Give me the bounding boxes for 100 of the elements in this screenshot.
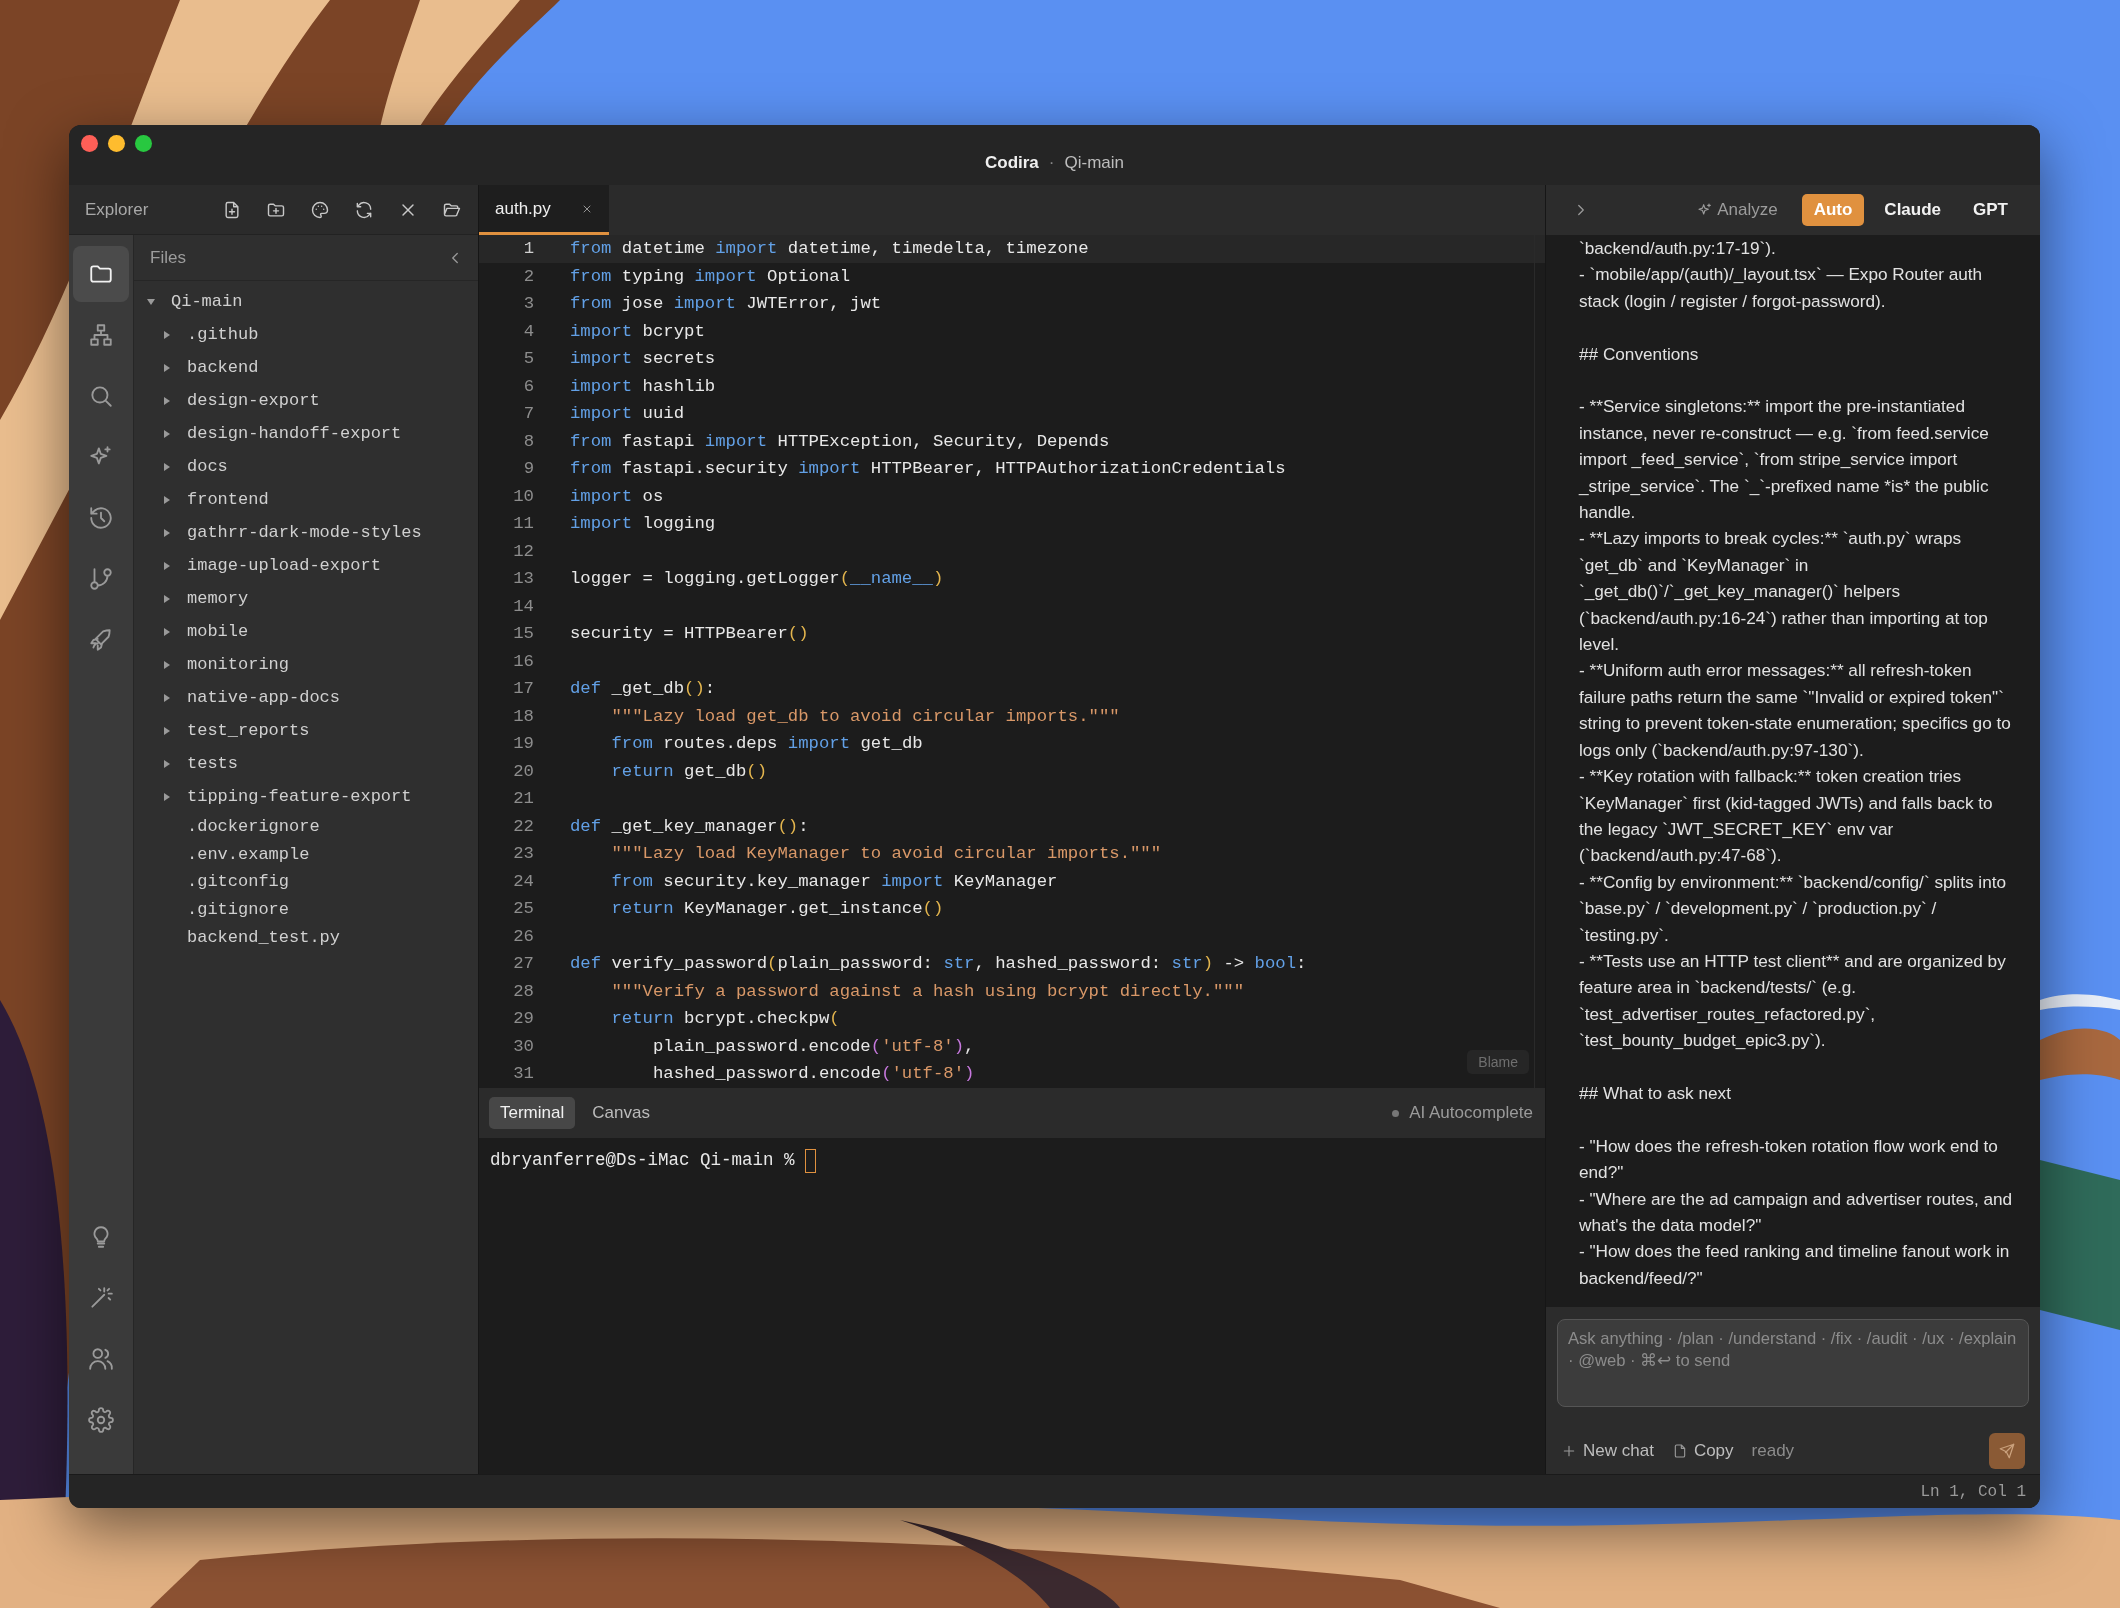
- chat-message-text: - **Uniform auth error messages:** all refresh-token failure paths return the same `"Invalid or expired token"` string to prevent token-state enumeration; specifics go to logs only (`backend/auth.py:97-130`).: [1579, 659, 2012, 762]
- line-number: 16: [512, 651, 534, 671]
- tree-item[interactable]: .github: [134, 318, 478, 351]
- chat-status: ready: [1751, 1441, 1795, 1461]
- line-number: 10: [512, 486, 534, 506]
- chat-message-text: - **Key rotation with fallback:** token creation tries `KeyManager` first (kid-tagged JWTs) and falls back to the legacy `JWT_SECRET_KEY` env var (`backend/auth.py:47-68`).: [1579, 765, 1994, 868]
- chat-message-text: - **Config by environment:** `backend/config/` splits into `base.py` / `development.py` / `production.py` / `testing.py`.: [1579, 870, 2008, 947]
- tree-item[interactable]: mobile: [134, 615, 478, 648]
- tree-item[interactable]: memory: [134, 582, 478, 615]
- files-title: Files: [150, 247, 186, 268]
- panel-tab[interactable]: Terminal: [489, 1097, 576, 1129]
- copy-button[interactable]: Copy: [1671, 1441, 1734, 1461]
- rocket-icon: [88, 627, 114, 653]
- chat-message-text: - **Lazy imports to break cycles:** `auth.py` wraps `get_db` and `KeyManager` in `_get_db()`/`_get_key_manager()` helpers (`backend/auth.py:16-24`) rather than importing at top level.: [1579, 527, 1989, 657]
- new-file-icon[interactable]: [222, 199, 242, 220]
- code-line: def _get_db():: [570, 679, 716, 699]
- tree-item[interactable]: tipping-feature-export: [134, 780, 478, 813]
- tree-item[interactable]: tests: [134, 747, 478, 780]
- code-line: return bcrypt.checkpw(: [610, 1009, 840, 1029]
- new-chat-button[interactable]: New chat: [1561, 1441, 1654, 1461]
- tree-item[interactable]: image-upload-export: [134, 549, 478, 582]
- code-line: from typing import Optional: [570, 266, 851, 286]
- app-name: Codira: [985, 153, 1039, 173]
- analyze-button[interactable]: Analyze: [1691, 199, 1784, 221]
- line-number: 13: [512, 569, 534, 589]
- explorer-title: Explorer: [85, 199, 149, 220]
- tree-item[interactable]: .gitignore: [134, 895, 478, 924]
- line-number: 31: [512, 1064, 534, 1084]
- code-line: logger = logging.getLogger(__name__): [570, 569, 944, 589]
- title-separator: ·: [1048, 153, 1055, 173]
- code-line: import secrets: [570, 349, 716, 369]
- people-icon[interactable]: [88, 1346, 114, 1372]
- tree-item[interactable]: Qi-main: [134, 285, 478, 318]
- line-number: 14: [512, 596, 534, 616]
- terminal-cursor: [805, 1149, 817, 1173]
- tree-item[interactable]: design-handoff-export: [134, 417, 478, 450]
- status-dot-icon: [1392, 1109, 1400, 1117]
- line-number: 19: [512, 734, 534, 754]
- tree-item[interactable]: design-export: [134, 384, 478, 417]
- hierarchy-icon: [88, 322, 114, 348]
- code-line: return get_db(): [610, 761, 768, 781]
- send-button[interactable]: [1989, 1433, 2025, 1469]
- close-window-button[interactable]: [81, 135, 98, 152]
- line-number: 26: [512, 926, 534, 946]
- magic-wand-icon[interactable]: [88, 1285, 114, 1311]
- tree-item[interactable]: .dockerignore: [134, 813, 478, 841]
- branch-icon: [88, 566, 114, 592]
- line-number: 6: [522, 376, 534, 396]
- tree-item[interactable]: frontend: [134, 483, 478, 516]
- project-name: Qi-main: [1064, 153, 1124, 173]
- settings-icon[interactable]: [88, 1407, 114, 1433]
- line-number: 20: [512, 761, 534, 781]
- tree-item[interactable]: docs: [134, 450, 478, 483]
- minimize-window-button[interactable]: [108, 135, 125, 152]
- line-number: 28: [512, 981, 534, 1001]
- code-line: from security.key_manager import KeyManager: [610, 871, 1058, 891]
- code-line: from jose import JWTError, jwt: [570, 294, 882, 314]
- line-number: 24: [512, 871, 534, 891]
- line-number: 9: [522, 459, 534, 479]
- line-number: 27: [512, 954, 534, 974]
- tree-item[interactable]: .env.example: [134, 840, 478, 869]
- file-tab[interactable]: auth.py: [479, 185, 609, 235]
- autocomplete-status[interactable]: AI Autocomplete: [1409, 1103, 1533, 1123]
- tree-item[interactable]: monitoring: [134, 648, 478, 681]
- code-line: """Lazy load KeyManager to avoid circular imports.""": [610, 844, 1162, 864]
- chat-message-text: - "Where are the ad campaign and advertiser routes, and what's the data model?": [1579, 1187, 2014, 1237]
- code-line: import hashlib: [570, 376, 716, 396]
- tree-item[interactable]: .gitconfig: [134, 868, 478, 896]
- tree-item[interactable]: test_reports: [134, 714, 478, 747]
- chat-message-text: ## What to ask next: [1579, 1081, 1732, 1105]
- terminal-prompt: dbryanferre@Ds-iMac Qi-main %: [490, 1150, 796, 1170]
- code-line: def _get_key_manager():: [570, 816, 809, 836]
- chat-message-text: - "How does the feed ranking and timeline fanout work in backend/feed/?": [1579, 1240, 2011, 1290]
- search-icon: [88, 383, 114, 409]
- send-icon: [1998, 1442, 2016, 1460]
- panel-tab[interactable]: Canvas: [581, 1097, 661, 1129]
- history-icon: [88, 505, 114, 531]
- zoom-window-button[interactable]: [135, 135, 152, 152]
- cursor-position: Ln 1, Col 1: [1920, 1482, 2026, 1501]
- tree-item[interactable]: gathrr-dark-mode-styles: [134, 516, 478, 549]
- tree-item[interactable]: backend_test.py: [134, 923, 478, 951]
- code-line: from fastapi.security import HTTPBearer, HTTPAuthorizationCredentials: [570, 459, 1286, 479]
- model-tab[interactable]: Claude: [1872, 194, 1954, 226]
- tree-item[interactable]: backend: [134, 351, 478, 384]
- code-line: plain_password.encode('utf-8'),: [651, 1036, 975, 1056]
- line-number: 30: [512, 1036, 534, 1056]
- line-number: 25: [512, 899, 534, 919]
- tree-item[interactable]: native-app-docs: [134, 681, 478, 714]
- model-tab[interactable]: GPT: [1961, 194, 2020, 226]
- code-line: """Verify a password against a hash using bcrypt directly.""": [610, 981, 1245, 1001]
- code-line: import os: [570, 486, 664, 506]
- activity-bar-button[interactable]: [73, 246, 129, 302]
- refresh-icon[interactable]: [354, 199, 374, 220]
- chat-input-field[interactable]: Ask anything · /plan · /understand · /fix · /audit · /ux · /explain · @web · ⌘↩ to send: [1557, 1319, 2029, 1407]
- code-line: def verify_password(plain_password: str, hashed_password: str) -> bool:: [570, 954, 1307, 974]
- line-number: 2: [522, 266, 534, 286]
- palette-icon[interactable]: [310, 199, 330, 220]
- code-line: import logging: [570, 514, 716, 534]
- line-number: 29: [512, 1009, 534, 1029]
- code-line: import uuid: [570, 404, 685, 424]
